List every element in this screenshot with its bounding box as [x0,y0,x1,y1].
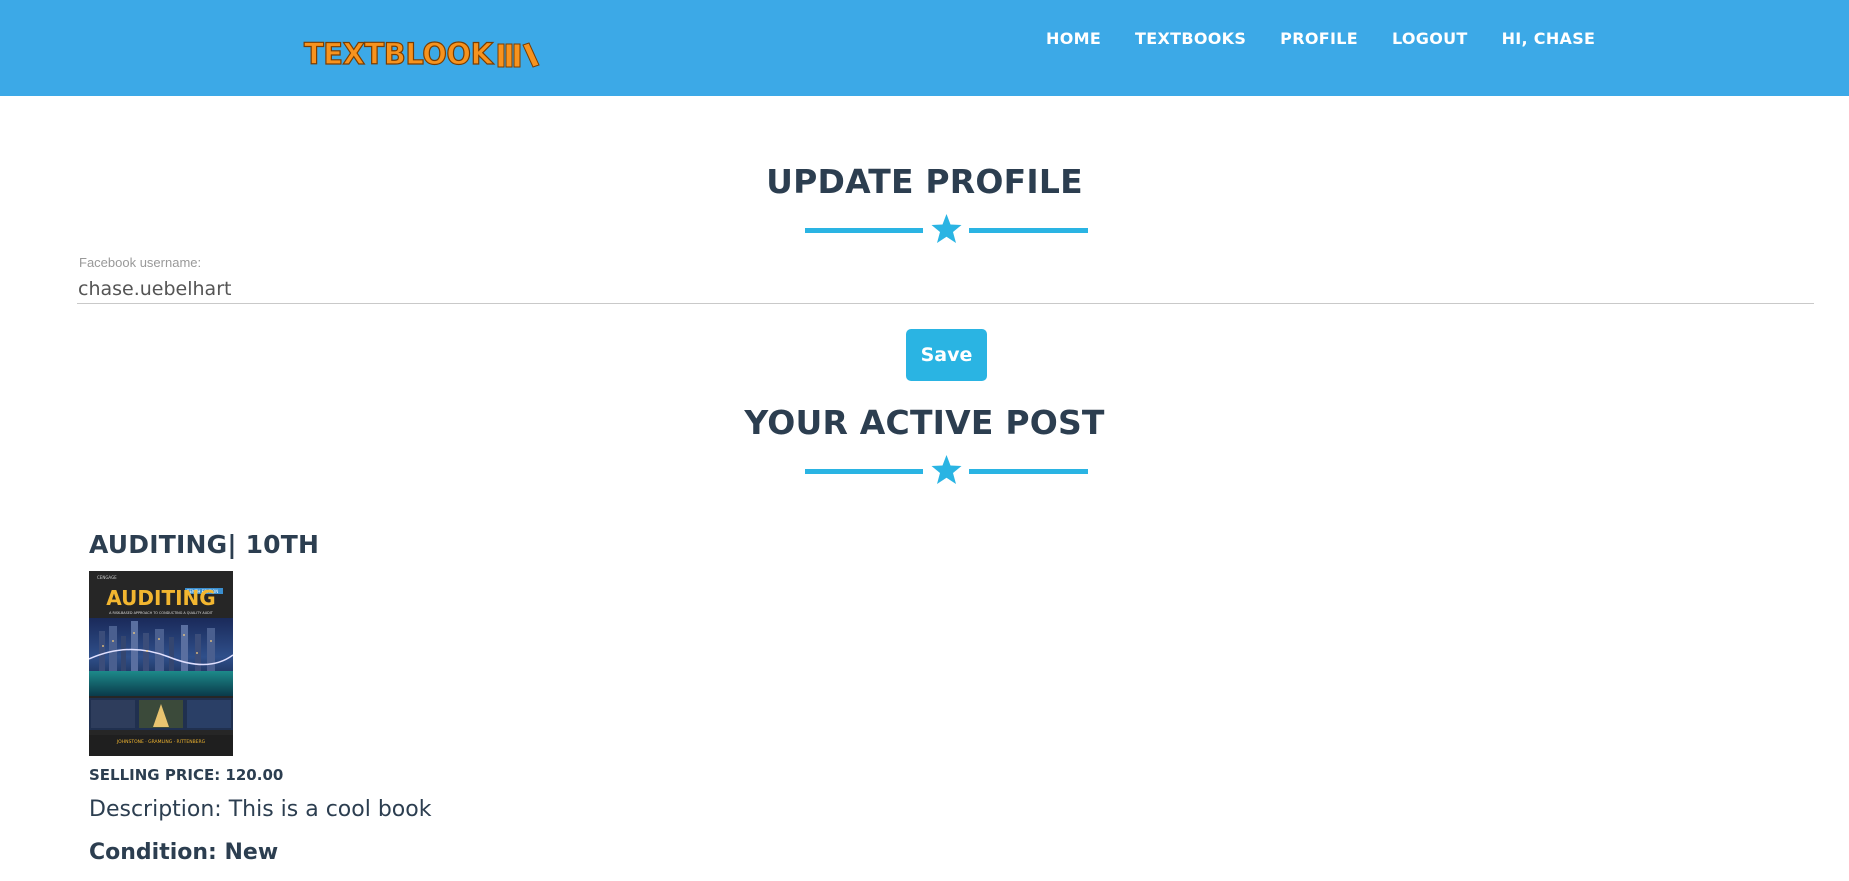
books-icon [497,40,543,68]
cover-authors: JOHNSTONE · GRAMLING · RITTENBERG [116,739,206,745]
nav-textbooks[interactable]: TEXTBOOKS [1135,29,1246,48]
book-cover-image[interactable]: CENGAGE TENTH EDITION AUDITING A RISK-BA… [89,571,233,756]
nav-links: HOME TEXTBOOKS PROFILE LOGOUT HI, CHASE [1046,28,1595,48]
nav-logout[interactable]: LOGOUT [1392,29,1468,48]
star-divider [805,455,1088,484]
divider-line-left [805,469,923,474]
update-profile-title: UPDATE PROFILE [766,162,1083,201]
post-book-title[interactable]: AUDITING| 10TH [89,530,319,559]
star-icon [931,214,962,243]
divider-line-right [969,228,1088,233]
active-post-title: YOUR ACTIVE POST [744,403,1105,442]
facebook-username-input[interactable] [77,274,1814,304]
cover-subtitle: A RISK-BASED APPROACH TO CONDUCTING A QU… [109,611,214,615]
star-divider [805,214,1088,243]
brand-logo[interactable]: TEXTBLOOK [303,36,543,72]
selling-price: SELLING PRICE: 120.00 [89,766,284,784]
nav-home[interactable]: HOME [1046,29,1101,48]
book-description: Description: This is a cool book [89,797,432,822]
cover-brand: CENGAGE [97,575,117,580]
book-condition: Condition: New [89,840,279,865]
navbar: TEXTBLOOK HOME TEXTBOOKS PROFILE LOGOUT … [0,0,1849,96]
save-button[interactable]: Save [906,329,987,381]
facebook-username-label: Facebook username: [79,255,202,270]
divider-line-left [805,228,923,233]
nav-user-greeting[interactable]: HI, CHASE [1502,29,1596,48]
nav-profile[interactable]: PROFILE [1280,29,1358,48]
brand-name: TEXTBLOOK [303,36,493,71]
star-icon [931,455,962,484]
cover-title: AUDITING [106,586,215,610]
divider-line-right [969,469,1088,474]
